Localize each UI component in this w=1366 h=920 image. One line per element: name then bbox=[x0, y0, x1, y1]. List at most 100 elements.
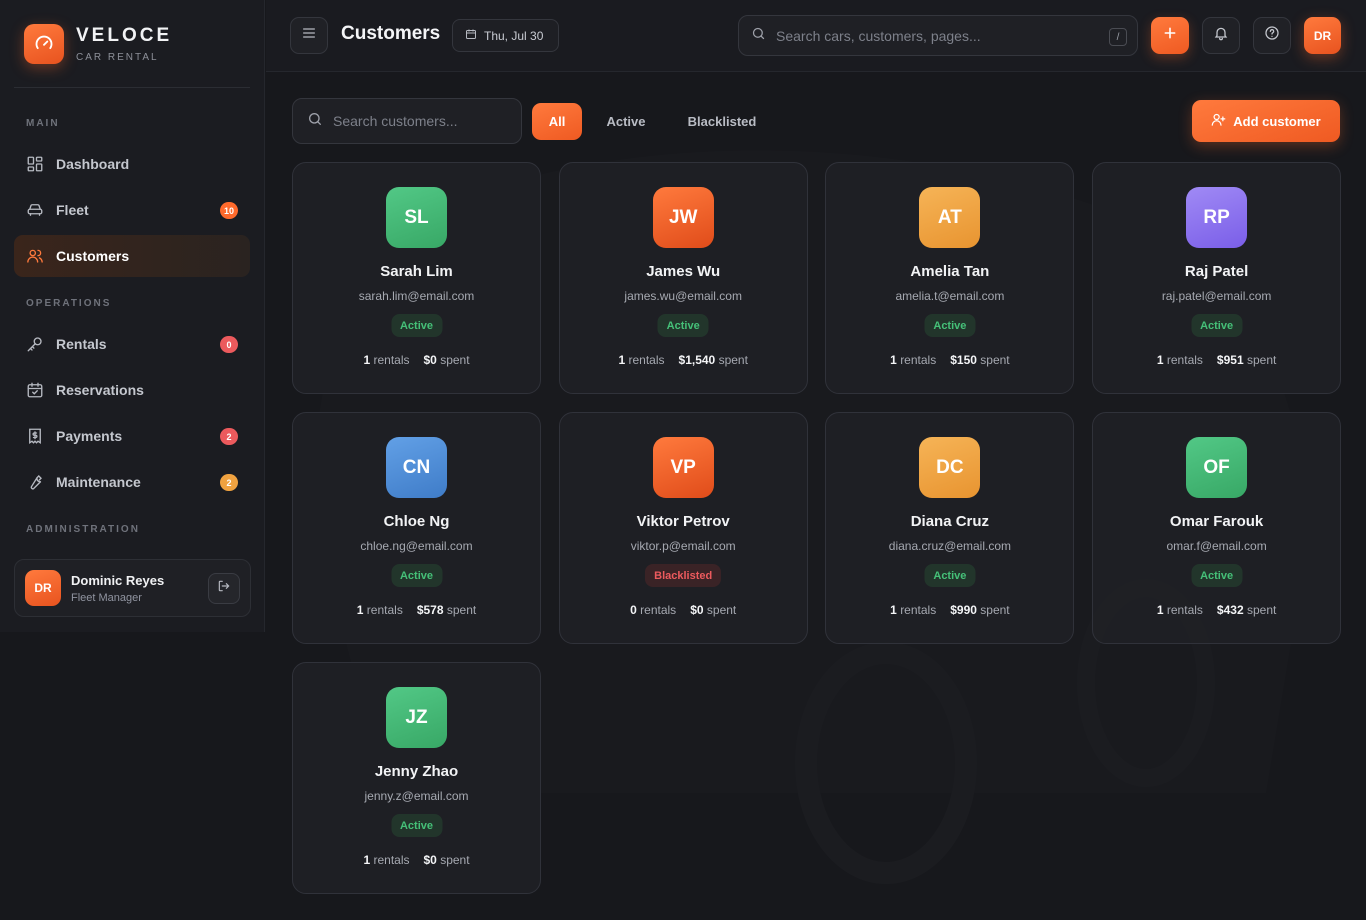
app-root: VELOCE CAR RENTAL MAIN Dashboard Fleet 1… bbox=[0, 0, 1366, 920]
filter-tab-active[interactable]: Active bbox=[596, 103, 656, 140]
calendar-check-icon bbox=[26, 381, 44, 399]
avatar[interactable]: DR bbox=[25, 570, 61, 606]
quick-add-button[interactable] bbox=[1151, 17, 1189, 54]
spent-amount: $150 bbox=[950, 353, 977, 367]
menu-icon bbox=[301, 25, 317, 46]
spent-amount: $0 bbox=[423, 853, 437, 867]
sidebar-item-label: Customers bbox=[56, 248, 130, 264]
spent-label: spent bbox=[718, 353, 748, 367]
sidebar-item-rentals[interactable]: Rentals 0 bbox=[14, 323, 250, 365]
nav-section-operations: OPERATIONS bbox=[26, 298, 112, 309]
spent-amount: $578 bbox=[416, 603, 444, 617]
rentals-count: 1 bbox=[890, 353, 897, 367]
bell-icon bbox=[1213, 25, 1229, 46]
divider bbox=[14, 87, 250, 88]
customer-card[interactable]: VP Viktor Petrov viktor.p@email.com Blackli… bbox=[558, 412, 808, 644]
rentals-label: rentals bbox=[900, 353, 937, 367]
brand[interactable]: VELOCE CAR RENTAL bbox=[24, 24, 172, 64]
nav-section-main: MAIN bbox=[26, 118, 60, 129]
notifications-button[interactable] bbox=[1202, 17, 1240, 54]
sidebar-item-reservations[interactable]: Reservations bbox=[14, 369, 250, 411]
search-icon bbox=[307, 111, 323, 132]
brand-subtitle: CAR RENTAL bbox=[76, 52, 159, 63]
date-chip[interactable]: Thu, Jul 30 bbox=[452, 19, 559, 52]
customer-avatar: OF bbox=[1186, 437, 1248, 498]
customer-card[interactable]: SL Sarah Lim sarah.lim@email.com Active 1 re… bbox=[292, 162, 541, 394]
customer-name: Omar Farouk bbox=[1169, 513, 1264, 530]
rentals-count: 1 bbox=[890, 603, 897, 617]
avatar[interactable]: DR bbox=[1304, 17, 1341, 54]
rentals-label: rentals bbox=[1166, 353, 1203, 367]
customer-search-input[interactable] bbox=[333, 113, 503, 129]
dashboard-icon bbox=[26, 155, 44, 173]
rentals-count: 0 bbox=[630, 603, 637, 617]
spent-label: spent bbox=[446, 603, 477, 617]
customer-card[interactable]: DC Diana Cruz diana.cruz@email.com Active 1 … bbox=[825, 412, 1075, 644]
rentals-count: 1 bbox=[363, 353, 371, 367]
customer-email: amelia.t@email.com bbox=[895, 289, 1005, 303]
customer-avatar: VP bbox=[652, 437, 714, 498]
customer-email: raj.patel@email.com bbox=[1161, 289, 1272, 303]
help-icon bbox=[1264, 25, 1280, 46]
spent-label: spent bbox=[706, 603, 737, 617]
spent-amount: $951 bbox=[1216, 353, 1244, 367]
global-search-input[interactable] bbox=[776, 27, 1096, 44]
rentals-count: 1 bbox=[363, 853, 371, 867]
maintenance-badge: 2 bbox=[220, 474, 238, 491]
customer-email: omar.f@email.com bbox=[1166, 539, 1267, 553]
plus-icon bbox=[1162, 25, 1178, 46]
add-customer-button[interactable]: Add customer bbox=[1192, 100, 1340, 142]
sidebar-item-customers[interactable]: Customers bbox=[14, 235, 250, 277]
customer-stats: 1 rentals $951 spent bbox=[1093, 353, 1340, 367]
customer-card[interactable]: RP Raj Patel raj.patel@email.com Active 1 re… bbox=[1092, 162, 1342, 394]
status-badge: Blacklisted bbox=[645, 564, 722, 587]
filter-tab-all[interactable]: All bbox=[532, 103, 582, 140]
rentals-count: 1 bbox=[1156, 353, 1164, 367]
customer-avatar: RP bbox=[1186, 187, 1248, 248]
status-badge: Active bbox=[390, 314, 443, 337]
customer-name: Diana Cruz bbox=[910, 513, 990, 530]
rentals-label: rentals bbox=[373, 853, 410, 867]
date-text: Thu, Jul 30 bbox=[484, 28, 544, 43]
status-badge: Active bbox=[1191, 314, 1243, 337]
rentals-label: rentals bbox=[366, 603, 403, 617]
menu-button[interactable] bbox=[290, 17, 328, 54]
sidebar-item-payments[interactable]: Payments 2 bbox=[14, 415, 250, 457]
customer-name: James Wu bbox=[646, 263, 721, 280]
customer-card[interactable]: JW James Wu james.wu@email.com Active 1 rent… bbox=[558, 162, 808, 394]
brand-name: VELOCE bbox=[76, 25, 173, 46]
nav-section-administration: ADMINISTRATION bbox=[26, 524, 140, 535]
customer-card[interactable]: CN Chloe Ng chloe.ng@email.com Active 1 rent… bbox=[292, 412, 541, 644]
customer-search[interactable] bbox=[292, 98, 522, 144]
global-search[interactable]: / bbox=[738, 15, 1138, 56]
customer-card[interactable]: OF Omar Farouk omar.f@email.com Active 1 ren… bbox=[1092, 412, 1342, 644]
sidebar: VELOCE CAR RENTAL MAIN Dashboard Fleet 1… bbox=[0, 0, 265, 632]
customer-name: Jenny Zhao bbox=[374, 763, 459, 780]
customer-card[interactable]: JZ Jenny Zhao jenny.z@email.com Active 1 ren… bbox=[292, 662, 541, 894]
rentals-label: rentals bbox=[900, 603, 937, 617]
customer-name: Viktor Petrov bbox=[636, 513, 730, 530]
rentals-count: 1 bbox=[356, 603, 364, 617]
customer-avatar: JZ bbox=[386, 687, 447, 748]
spent-label: spent bbox=[440, 853, 470, 867]
calendar-icon bbox=[465, 28, 477, 43]
customer-stats: 1 rentals $990 spent bbox=[826, 603, 1073, 617]
customer-card[interactable]: AT Amelia Tan amelia.t@email.com Active 1 re… bbox=[825, 162, 1075, 394]
sidebar-item-dashboard[interactable]: Dashboard bbox=[14, 143, 250, 185]
logout-icon bbox=[217, 579, 231, 598]
customer-email: james.wu@email.com bbox=[624, 289, 742, 303]
page-title: Customers bbox=[341, 23, 441, 44]
sidebar-item-label: Rentals bbox=[56, 336, 107, 352]
sidebar-item-fleet[interactable]: Fleet 10 bbox=[14, 189, 250, 231]
status-badge: Active bbox=[1191, 564, 1243, 587]
sidebar-item-maintenance[interactable]: Maintenance 2 bbox=[14, 461, 250, 503]
filter-tab-blacklisted[interactable]: Blacklisted bbox=[676, 103, 768, 140]
sidebar-item-label: Payments bbox=[56, 428, 123, 444]
spent-label: spent bbox=[1246, 353, 1277, 367]
logout-button[interactable] bbox=[208, 573, 240, 604]
fleet-badge: 10 bbox=[219, 202, 238, 219]
rentals-count: 1 bbox=[618, 353, 626, 367]
rentals-label: rentals bbox=[628, 353, 665, 367]
customer-name: Chloe Ng bbox=[383, 513, 450, 530]
help-button[interactable] bbox=[1253, 17, 1291, 54]
